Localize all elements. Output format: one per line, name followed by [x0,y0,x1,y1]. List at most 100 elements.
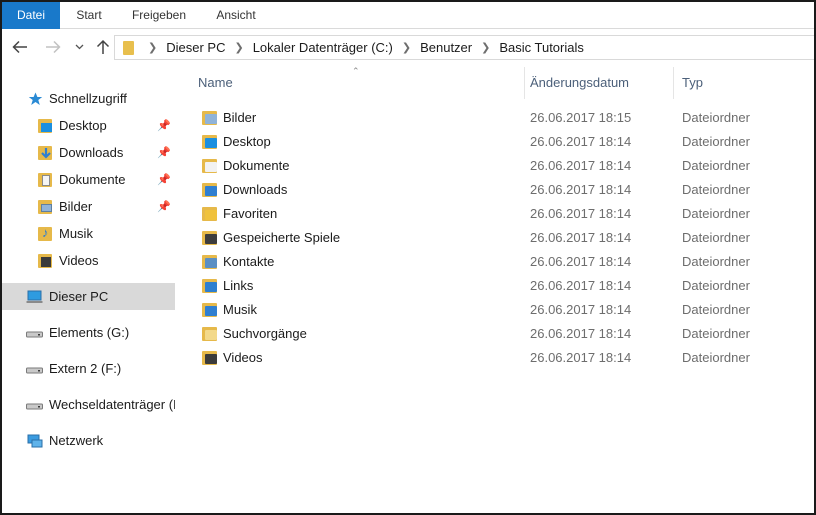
tab-datei[interactable]: Datei [2,2,60,29]
breadcrumb-benutzer[interactable]: Benutzer [420,40,472,55]
sidebar-label: Schnellzugriff [49,91,127,106]
table-row[interactable]: Dokumente 26.06.2017 18:14 Dateiordner [177,154,814,178]
pin-icon[interactable]: 📌 [157,173,171,186]
pictures-folder-icon [202,111,217,125]
column-header-date[interactable]: Änderungsdatum [530,65,670,99]
network-icon [26,434,43,448]
navigation-bar: ❯ Dieser PC ❯ Lokaler Datenträger (C:) ❯… [2,29,814,65]
file-type: Dateiordner [682,110,750,125]
sidebar-item-dieser-pc[interactable]: Dieser PC [2,283,175,310]
sidebar-item-schnellzugriff[interactable]: Schnellzugriff [2,85,175,112]
back-arrow-icon[interactable] [9,36,31,58]
file-type: Dateiordner [682,350,750,365]
table-row[interactable]: Downloads 26.06.2017 18:14 Dateiordner [177,178,814,202]
computer-icon [26,290,43,304]
ribbon-tabs: Datei Start Freigeben Ansicht [2,2,814,29]
pin-icon[interactable]: 📌 [157,200,171,213]
sidebar-item-netzwerk[interactable]: Netzwerk [2,427,175,454]
sidebar-item-dokumente[interactable]: Dokumente 📌 [2,166,175,193]
sidebar-label: Dieser PC [49,289,109,304]
desktop-folder-icon [38,118,53,133]
sidebar-item-musik[interactable]: ♪ Musik [2,220,175,247]
file-type: Dateiordner [682,182,750,197]
file-modified-date: 26.06.2017 18:14 [530,302,632,317]
table-row[interactable]: Kontakte 26.06.2017 18:14 Dateiordner [177,250,814,274]
videos-folder-icon [202,351,217,365]
downloads-folder-icon [38,145,53,160]
file-name: Suchvorgänge [223,326,307,341]
desktop-folder-icon [202,135,217,149]
table-row[interactable]: Videos 26.06.2017 18:14 Dateiordner [177,346,814,370]
sidebar-label: Extern 2 (F:) [49,361,122,376]
pictures-folder-icon [38,199,53,214]
sidebar-item-downloads[interactable]: Downloads 📌 [2,139,175,166]
music-folder-icon: ♪ [38,225,53,241]
file-type: Dateiordner [682,230,750,245]
file-modified-date: 26.06.2017 18:14 [530,182,632,197]
chevron-right-icon: ❯ [234,42,244,54]
file-modified-date: 26.06.2017 18:14 [530,254,632,269]
address-bar[interactable]: ❯ Dieser PC ❯ Lokaler Datenträger (C:) ❯… [114,35,814,60]
chevron-down-icon[interactable] [72,36,86,58]
up-arrow-icon[interactable] [93,36,113,58]
documents-folder-icon [38,172,53,187]
sidebar-item-desktop[interactable]: Desktop 📌 [2,112,175,139]
sidebar-label: Elements (G:) [49,325,130,340]
file-type: Dateiordner [682,254,750,269]
sidebar-item-videos[interactable]: Videos [2,247,175,274]
column-divider[interactable] [673,67,674,99]
sidebar-label: Netzwerk [49,433,104,448]
favorites-folder-icon [202,207,217,221]
table-row[interactable]: Gespeicherte Spiele 26.06.2017 18:14 Datei… [177,226,814,250]
column-header-type[interactable]: Typ [682,65,802,99]
column-header-name[interactable]: Name [198,65,518,99]
navigation-pane: Schnellzugriff Desktop 📌 Downloads 📌 Dok… [2,65,175,513]
file-modified-date: 26.06.2017 18:14 [530,278,632,293]
table-row[interactable]: Bilder 26.06.2017 18:15 Dateiordner [177,106,814,130]
file-type: Dateiordner [682,134,750,149]
pin-icon[interactable]: 📌 [157,119,171,132]
sidebar-label: Musik [59,226,93,241]
tab-start[interactable]: Start [64,2,114,29]
column-divider[interactable] [524,67,525,99]
documents-folder-icon [202,159,217,173]
videos-folder-icon [38,253,53,268]
sidebar-label: Videos [59,253,99,268]
file-modified-date: 26.06.2017 18:14 [530,326,632,341]
table-row[interactable]: Favoriten 26.06.2017 18:14 Dateiordner [177,202,814,226]
forward-arrow-icon[interactable] [42,36,64,58]
file-name: Links [223,278,254,293]
breadcrumb-lokaler-datentraeger[interactable]: Lokaler Datenträger (C:) [253,40,393,55]
explorer-window: Datei Start Freigeben Ansicht ❯ Dieser P… [0,0,816,515]
tab-ansicht[interactable]: Ansicht [205,2,267,29]
sidebar-label: Bilder [59,199,93,214]
file-type: Dateiordner [682,206,750,221]
breadcrumb-dieser-pc[interactable]: Dieser PC [166,40,225,55]
tab-freigeben[interactable]: Freigeben [122,2,196,29]
file-name: Favoriten [223,206,278,221]
sidebar-item-elements-drive[interactable]: Elements (G:) [2,319,175,346]
table-row[interactable]: Desktop 26.06.2017 18:14 Dateiordner [177,130,814,154]
breadcrumb-basic-tutorials[interactable]: Basic Tutorials [499,40,584,55]
pin-icon[interactable]: 📌 [157,146,171,159]
file-name: Downloads [223,182,288,197]
chevron-right-icon: ❯ [401,42,412,54]
file-name: Kontakte [223,254,275,269]
file-type: Dateiordner [682,158,750,173]
downloads-folder-icon [202,183,217,197]
sidebar-item-bilder[interactable]: Bilder 📌 [2,193,175,220]
table-row[interactable]: Musik 26.06.2017 18:14 Dateiordner [177,298,814,322]
sidebar-label: Desktop [59,118,107,133]
searches-folder-icon [202,327,217,341]
table-row[interactable]: Links 26.06.2017 18:14 Dateiordner [177,274,814,298]
contacts-folder-icon [202,255,217,269]
chevron-right-icon: ❯ [481,42,491,54]
table-row[interactable]: Suchvorgänge 26.06.2017 18:14 Dateiordner [177,322,814,346]
file-modified-date: 26.06.2017 18:14 [530,350,632,365]
file-name: Dokumente [223,158,290,173]
sidebar-item-removable-drive[interactable]: Wechseldatenträger (I [2,391,175,418]
links-folder-icon [202,279,217,293]
sidebar-item-extern-drive[interactable]: Extern 2 (F:) [2,355,175,382]
file-name: Gespeicherte Spiele [223,230,341,245]
folder-icon [123,40,134,55]
